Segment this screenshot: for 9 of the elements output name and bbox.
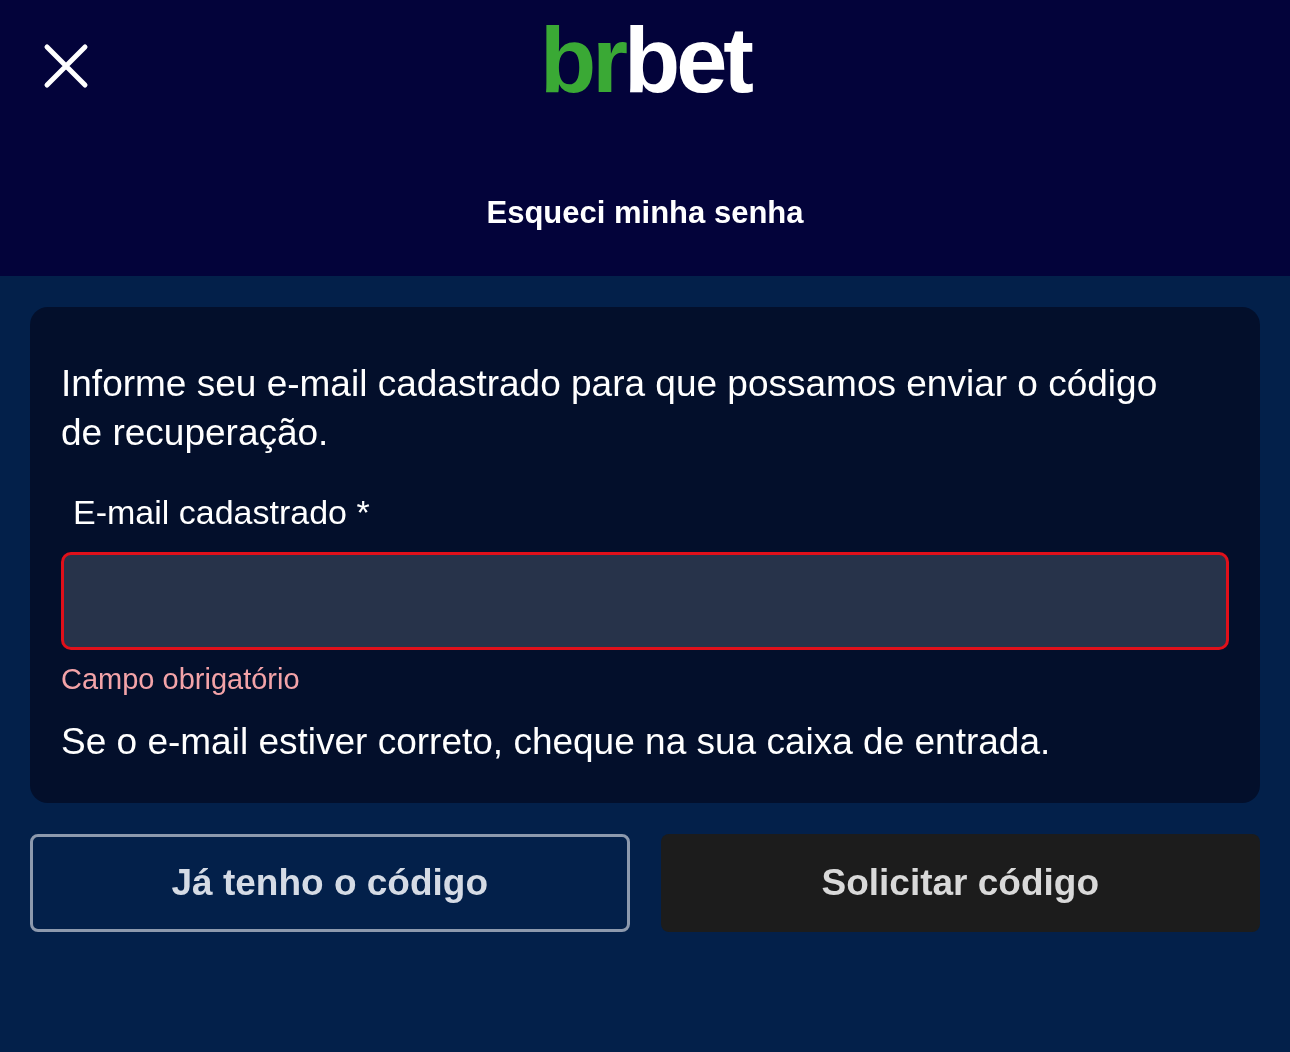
error-text: Campo obrigatório [61,662,301,697]
action-button[interactable]: Já tenho o código [30,834,630,932]
page-title: Esqueci minha senha [486,193,804,232]
logo: brbet [540,14,750,106]
note-text: Se o e-mail estiver correto, cheque na sua caixa de entrada. [61,719,1052,764]
close-icon [43,43,89,89]
email-field[interactable] [61,552,1229,650]
field-label: E-mail cadastrado * [73,492,371,533]
intro-text: Informe seu e-mail cadastrado para que possamos enviar o código de recuperação. [61,362,1159,455]
